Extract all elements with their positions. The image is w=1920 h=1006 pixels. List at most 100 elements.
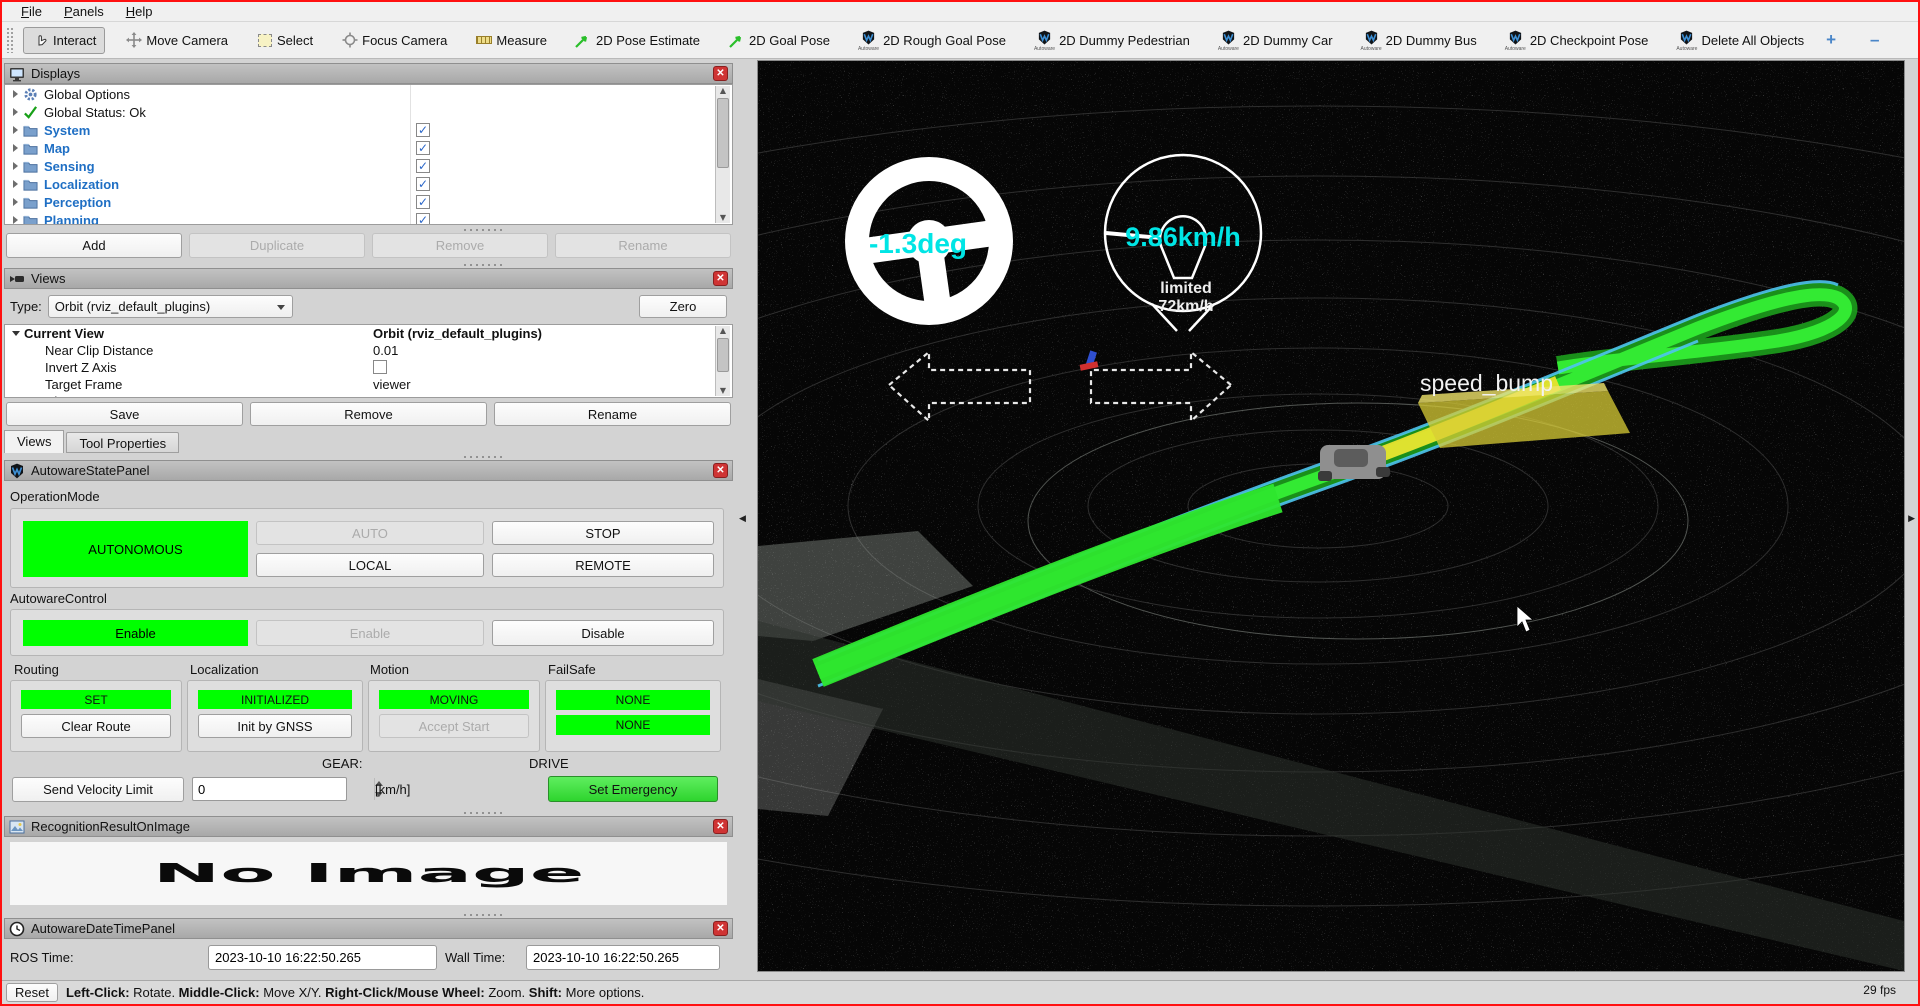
accept-start-button[interactable]: Accept Start: [379, 714, 529, 738]
dock-splitter[interactable]: [462, 811, 502, 815]
stop-mode-button[interactable]: STOP: [492, 521, 714, 545]
tree-row-global-options[interactable]: Global Options: [5, 85, 732, 103]
pose-estimate-tool-button[interactable]: 2D Pose Estimate: [567, 28, 708, 53]
display-enabled-checkbox[interactable]: ✓: [416, 159, 430, 173]
view-type-combobox[interactable]: Orbit (rviz_default_plugins): [48, 295, 293, 318]
expand-arrow-icon[interactable]: [13, 216, 18, 224]
remote-mode-button[interactable]: REMOTE: [492, 553, 714, 577]
tree-row-system[interactable]: System ✓: [5, 121, 732, 139]
remove-display-button[interactable]: Remove: [372, 233, 548, 258]
dock-splitter[interactable]: [462, 263, 502, 267]
add-tool-button[interactable]: +: [1818, 28, 1844, 52]
scroll-up-icon[interactable]: ▲: [718, 86, 728, 96]
save-view-button[interactable]: Save: [6, 402, 243, 426]
dummy-car-tool-button[interactable]: Autoware 2D Dummy Car: [1210, 25, 1341, 56]
collapse-arrow-icon[interactable]: [12, 331, 20, 336]
invert-z-checkbox[interactable]: [373, 360, 387, 374]
close-icon[interactable]: ✕: [713, 271, 728, 286]
rename-view-button[interactable]: Rename: [494, 402, 731, 426]
scroll-down-icon[interactable]: ▼: [718, 386, 728, 396]
wall-time-field[interactable]: [526, 945, 720, 970]
close-icon[interactable]: ✕: [713, 819, 728, 834]
expand-arrow-icon[interactable]: [13, 162, 18, 170]
display-enabled-checkbox[interactable]: ✓: [416, 177, 430, 191]
goal-pose-tool-button[interactable]: 2D Goal Pose: [720, 28, 838, 53]
tree-row-sensing[interactable]: Sensing ✓: [5, 157, 732, 175]
displays-panel-header[interactable]: Displays ✕: [4, 63, 733, 84]
set-emergency-button[interactable]: Set Emergency: [548, 776, 718, 802]
property-row-near-clip[interactable]: Near Clip Distance 0.01: [5, 342, 732, 359]
scroll-down-icon[interactable]: ▼: [718, 213, 728, 223]
tree-row-localization[interactable]: Localization ✓: [5, 175, 732, 193]
rough-goal-pose-tool-button[interactable]: Autoware 2D Rough Goal Pose: [850, 25, 1014, 56]
tree-row-global-status[interactable]: Global Status: Ok: [5, 103, 732, 121]
ros-time-input[interactable]: [209, 946, 436, 969]
remove-tool-button[interactable]: –: [1862, 28, 1887, 52]
velocity-limit-spinbox[interactable]: [192, 777, 347, 801]
property-row-target-frame[interactable]: Target Frame viewer: [5, 376, 732, 393]
display-enabled-checkbox[interactable]: ✓: [416, 213, 430, 225]
scrollbar-thumb[interactable]: [717, 338, 729, 372]
tree-row-perception[interactable]: Perception ✓: [5, 193, 732, 211]
menu-panels[interactable]: Panels: [55, 3, 113, 20]
control-disable-button[interactable]: Disable: [492, 620, 714, 646]
property-value[interactable]: 0.01: [373, 343, 398, 358]
add-display-button[interactable]: Add: [6, 233, 182, 258]
dummy-pedestrian-tool-button[interactable]: Autoware 2D Dummy Pedestrian: [1026, 25, 1198, 56]
clear-route-button[interactable]: Clear Route: [21, 714, 171, 738]
checkpoint-pose-tool-button[interactable]: Autoware 2D Checkpoint Pose: [1497, 25, 1657, 56]
select-tool-button[interactable]: Select: [248, 28, 321, 53]
scroll-up-icon[interactable]: ▲: [718, 326, 728, 336]
property-value[interactable]: viewer: [373, 377, 411, 392]
toolbar-grip[interactable]: [6, 27, 13, 53]
remove-view-button[interactable]: Remove: [250, 402, 487, 426]
menu-help[interactable]: Help: [117, 3, 162, 20]
control-enable-active-button[interactable]: Enable: [23, 620, 248, 646]
dock-collapse-left-icon[interactable]: ◀: [739, 514, 746, 524]
dock-splitter[interactable]: [462, 228, 502, 232]
wall-time-input[interactable]: [527, 946, 719, 969]
autoware-state-panel-header[interactable]: AutowareStatePanel ✕: [4, 460, 733, 481]
close-icon[interactable]: ✕: [713, 921, 728, 936]
display-enabled-checkbox[interactable]: ✓: [416, 141, 430, 155]
expand-arrow-icon[interactable]: [13, 180, 18, 188]
duplicate-display-button[interactable]: Duplicate: [189, 233, 365, 258]
expand-arrow-icon[interactable]: [13, 90, 18, 98]
send-velocity-limit-button[interactable]: Send Velocity Limit: [12, 777, 184, 802]
interact-tool-button[interactable]: Interact: [23, 27, 105, 54]
3d-viewport[interactable]: -1.3deg 9.86km/h limited 72km/h speed_bu…: [757, 60, 1905, 972]
tab-tool-properties[interactable]: Tool Properties: [66, 432, 179, 453]
property-value[interactable]: 40.8676: [373, 394, 420, 398]
recognition-panel-header[interactable]: RecognitionResultOnImage ✕: [4, 816, 733, 837]
menu-file[interactable]: File: [12, 3, 51, 20]
move-camera-tool-button[interactable]: Move Camera: [117, 28, 236, 53]
control-enable-button[interactable]: Enable: [256, 620, 484, 646]
property-row-distance[interactable]: Distance 40.8676: [5, 393, 732, 398]
focus-camera-tool-button[interactable]: Focus Camera: [333, 28, 455, 53]
dummy-bus-tool-button[interactable]: Autoware 2D Dummy Bus: [1353, 25, 1485, 56]
local-mode-button[interactable]: LOCAL: [256, 553, 484, 577]
delete-all-objects-tool-button[interactable]: Autoware Delete All Objects: [1668, 25, 1812, 56]
expand-arrow-icon[interactable]: [13, 144, 18, 152]
property-row-invert-z[interactable]: Invert Z Axis: [5, 359, 732, 376]
expand-arrow-icon[interactable]: [13, 198, 18, 206]
init-by-gnss-button[interactable]: Init by GNSS: [198, 714, 352, 738]
display-enabled-checkbox[interactable]: ✓: [416, 195, 430, 209]
measure-tool-button[interactable]: Measure: [467, 28, 555, 53]
tree-row-planning[interactable]: Planning ✓: [5, 211, 732, 225]
autonomous-mode-button[interactable]: AUTONOMOUS: [23, 521, 248, 577]
velocity-limit-input[interactable]: [193, 778, 374, 800]
dock-splitter[interactable]: [462, 455, 502, 459]
dock-splitter[interactable]: [462, 913, 502, 917]
views-panel-header[interactable]: Views ✕: [4, 268, 733, 289]
expand-arrow-icon[interactable]: [13, 108, 18, 116]
close-icon[interactable]: ✕: [713, 463, 728, 478]
reset-button[interactable]: Reset: [6, 983, 58, 1002]
ros-time-field[interactable]: [208, 945, 437, 970]
zero-button[interactable]: Zero: [639, 295, 727, 318]
dock-collapse-right-icon[interactable]: ▶: [1908, 514, 1915, 524]
display-enabled-checkbox[interactable]: ✓: [416, 123, 430, 137]
tab-views[interactable]: Views: [4, 430, 64, 453]
displays-tree-scrollbar[interactable]: ▲ ▼: [715, 86, 730, 223]
property-row-current-view[interactable]: Current View Orbit (rviz_default_plugins…: [5, 325, 732, 342]
